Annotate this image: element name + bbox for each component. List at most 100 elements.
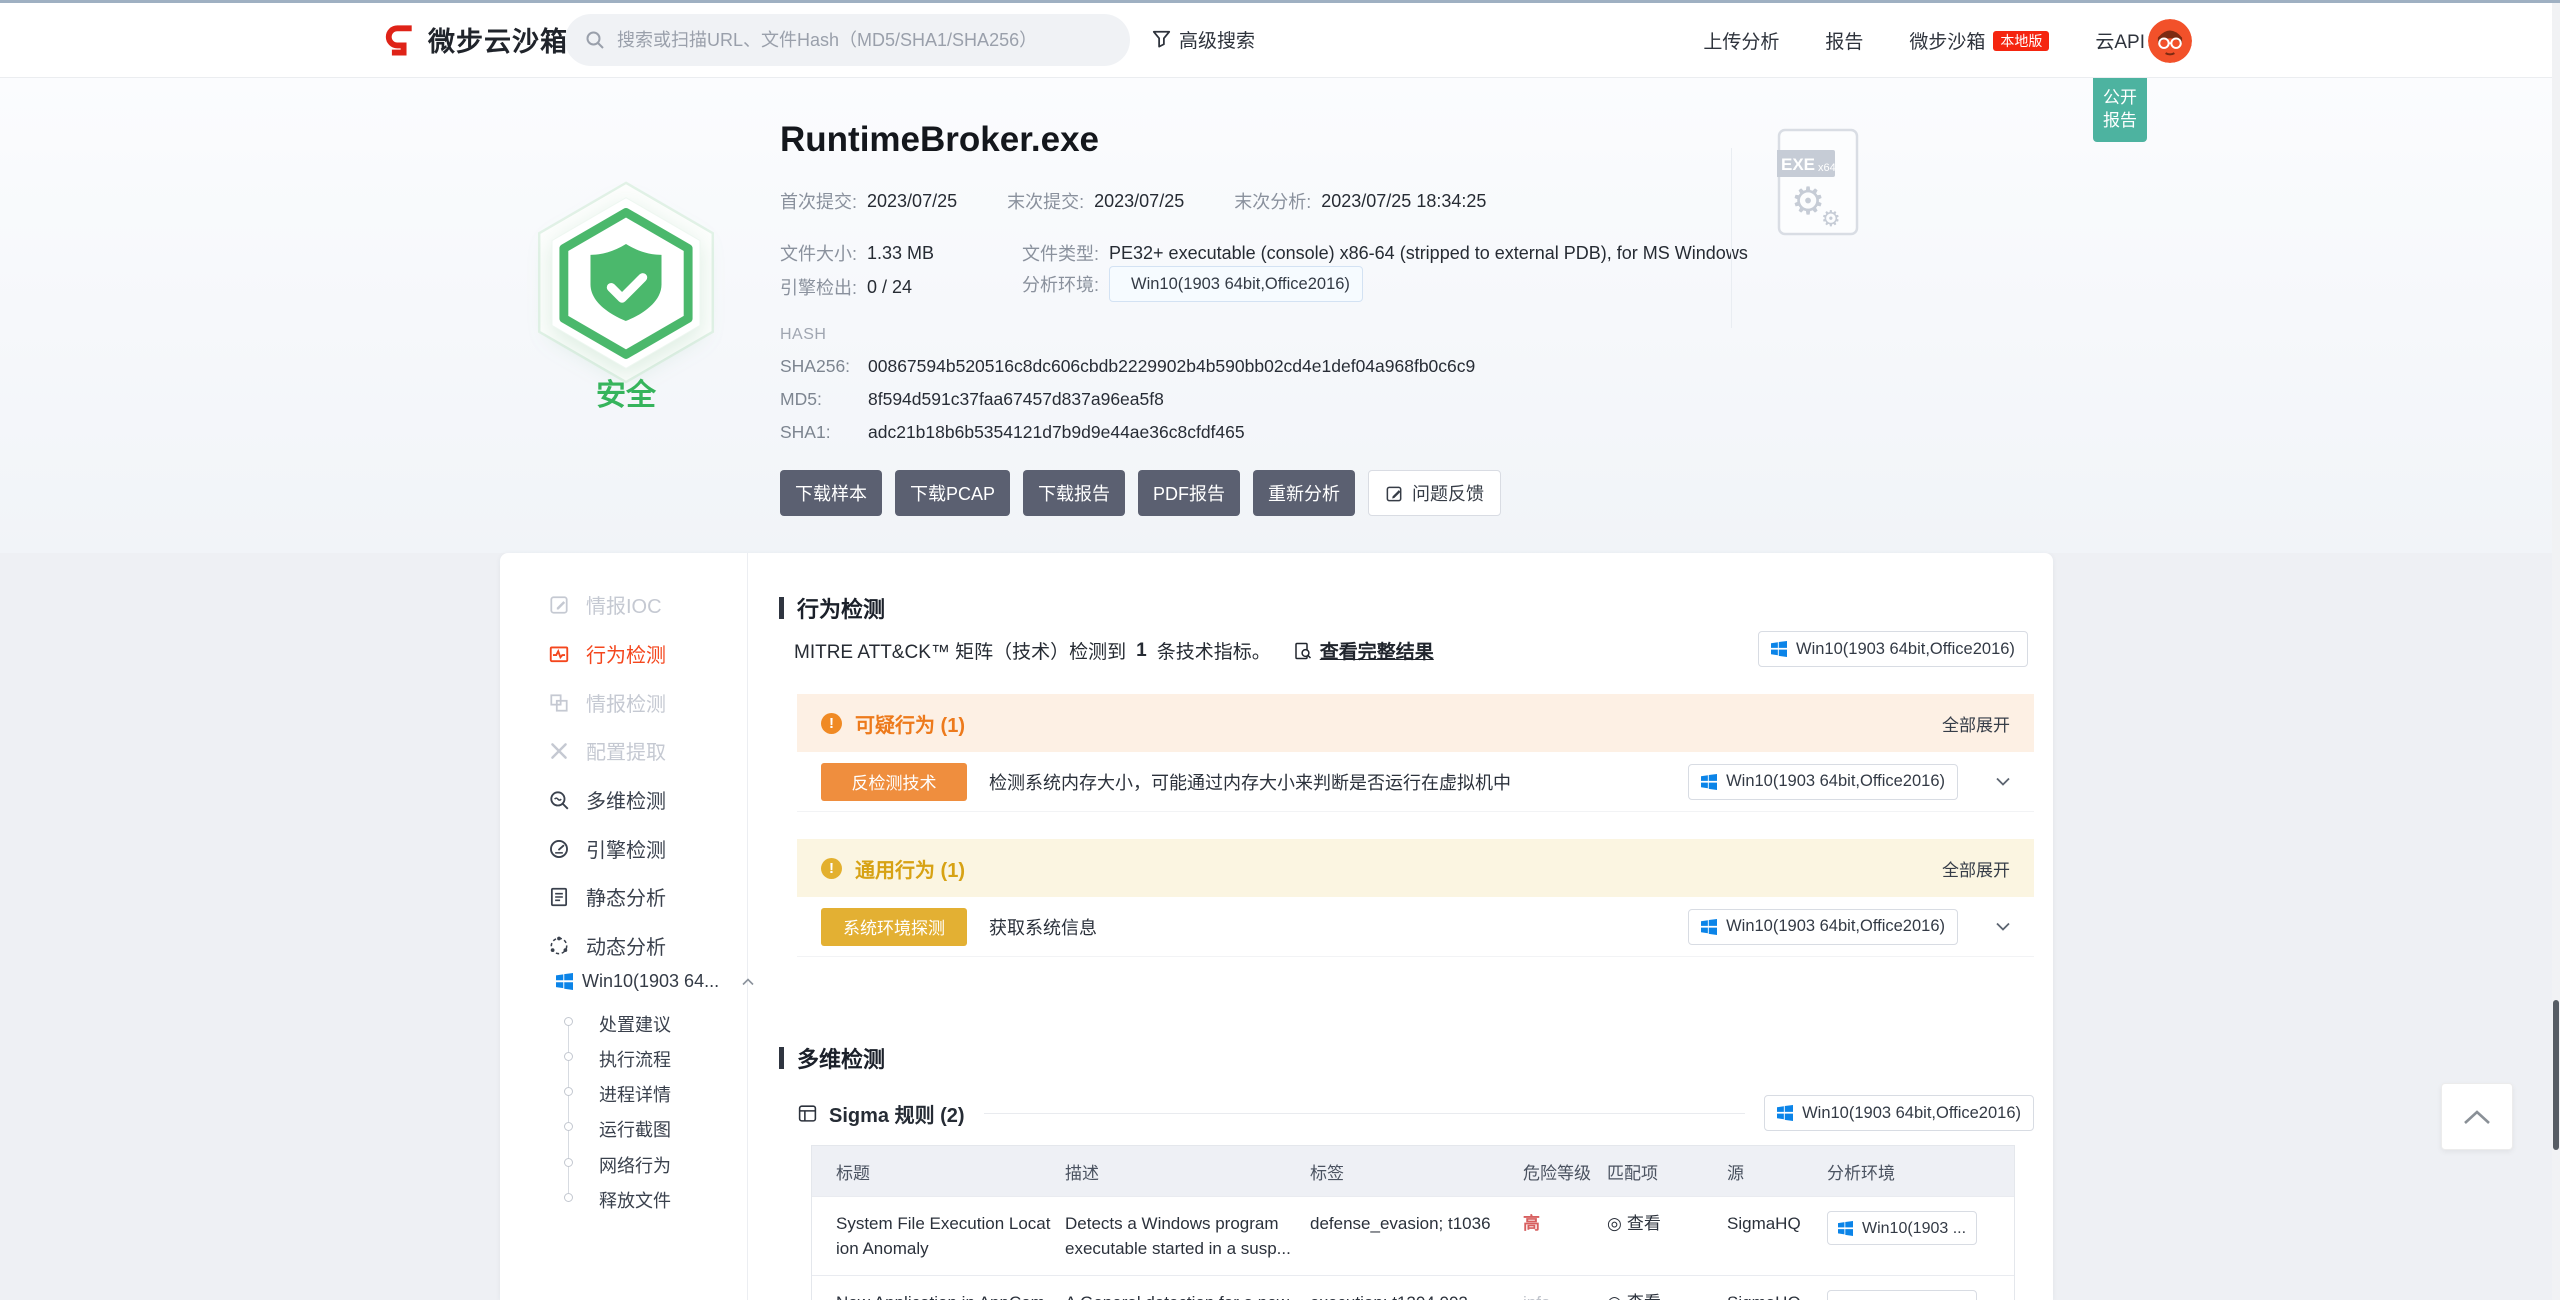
safety-verdict-shield-icon — [512, 173, 740, 388]
last-submit-value: 2023/07/25 — [1094, 191, 1184, 212]
windows-logo-icon — [1777, 1105, 1793, 1121]
sigma-rules-table: 标题 描述 标签 危险等级 匹配项 源 分析环境 System File Exe… — [811, 1145, 2015, 1300]
sha256-row: SHA256: 00867594b520516c8dc606cbdb222990… — [780, 356, 1475, 377]
view-full-results-link[interactable]: 查看完整结果 — [1293, 637, 1434, 664]
windows-logo-icon — [1701, 919, 1717, 935]
sidebar-divider — [747, 553, 748, 1300]
sidebar-item-static-analysis[interactable]: 静态分析 — [548, 882, 666, 911]
sidebar-sub-dropped-files[interactable]: 释放文件 — [599, 1187, 671, 1213]
sidebar-item-engine-detect[interactable]: 引擎检测 — [548, 834, 666, 863]
global-search[interactable] — [565, 14, 1130, 66]
system-env-probe-tag[interactable]: 系统环境探测 — [821, 908, 967, 946]
row-env-chip[interactable]: Win10(1903 64bit,Office2016) — [1688, 909, 1958, 945]
sigma-rule-row: System File Execution Location Anomaly D… — [812, 1196, 2014, 1275]
report-hero: 公开 报告 安全 RuntimeBroker.exe 首次提交: 2023/07… — [0, 78, 2560, 553]
sidebar-sub-timeline — [568, 1022, 569, 1198]
chevron-up-icon — [742, 978, 754, 986]
nav-reports[interactable]: 报告 — [1825, 27, 1863, 54]
nav-sandbox-local[interactable]: 微步沙箱 本地版 — [1909, 27, 2049, 54]
mitre-count: 1 — [1136, 640, 1147, 662]
sidebar-item-behavior-detect[interactable]: 行为检测 — [548, 639, 666, 668]
analysis-env-chip[interactable]: Win10(1903 64bit,Office2016) — [1109, 266, 1363, 302]
brand-logo[interactable]: 微步云沙箱 — [382, 20, 568, 59]
sidebar-sub-runtime-screenshot[interactable]: 运行截图 — [599, 1116, 671, 1142]
sidebar-item-multidim-detect[interactable]: 多维检测 — [548, 785, 666, 814]
rule-desc: Detects a Windows program executable sta… — [1065, 1211, 1310, 1261]
md5-row: MD5: 8f594d591c37faa67457d837a96ea5f8 — [780, 389, 1164, 410]
nav-upload-analysis[interactable]: 上传分析 — [1703, 27, 1779, 54]
file-size-value: 1.33 MB — [867, 243, 934, 264]
back-to-top-button[interactable] — [2441, 1083, 2513, 1150]
windows-logo-icon — [1771, 641, 1787, 657]
sha1-value: adc21b18b6b5354121d7b9d9e44ae36c8cfdf465 — [868, 422, 1245, 443]
svg-text:⚙: ⚙ — [1821, 207, 1841, 232]
sha1-row: SHA1: adc21b18b6b5354121d7b9d9e44ae36c8c… — [780, 422, 1245, 443]
tools-icon — [548, 740, 570, 762]
sidebar-item-dynamic-analysis[interactable]: 动态分析 — [548, 931, 666, 960]
rule-title: New Application in AppCompat — [812, 1290, 1065, 1300]
download-sample-button[interactable]: 下载样本 — [780, 470, 882, 516]
download-pcap-button[interactable]: 下载PCAP — [895, 470, 1010, 516]
suspicious-row-desc: 检测系统内存大小，可能通过内存大小来判断是否运行在虚拟机中 — [989, 769, 1511, 795]
mitre-summary: MITRE ATT&CK™ 矩阵（技术）检测到 1 条技术指标。 查看完整结果 — [794, 637, 1434, 664]
suspicious-behavior-row[interactable]: 反检测技术 检测系统内存大小，可能通过内存大小来判断是否运行在虚拟机中 Win1… — [797, 752, 2034, 812]
chevron-up-icon — [2463, 1109, 2491, 1125]
generic-row-desc: 获取系统信息 — [989, 914, 1097, 940]
exe-file-icon: EXE x64 ⚙ ⚙ — [1777, 128, 1859, 236]
page-scrollbar[interactable] — [2552, 3, 2560, 1300]
pulse-chart-icon — [548, 643, 570, 665]
gauge-icon — [548, 838, 570, 860]
doc-list-icon — [548, 886, 570, 908]
view-match-link[interactable]: ◎查看 — [1607, 1211, 1727, 1236]
sidebar-item-intel-ioc: 情报IOC — [548, 590, 662, 619]
rule-env-chip[interactable]: Win10(1903 ... — [1827, 1290, 1977, 1300]
file-type-row: 文件类型: PE32+ executable (console) x86-64 … — [1022, 240, 1748, 266]
anti-detection-tag[interactable]: 反检测技术 — [821, 763, 967, 801]
hash-section-label: HASH — [780, 326, 826, 344]
public-report-badge: 公开 报告 — [2093, 78, 2147, 142]
analysis-env-row: 分析环境: Win10(1903 64bit,Office2016) — [1022, 266, 1363, 302]
engine-detect-row: 引擎检出: 0 / 24 — [780, 274, 912, 300]
view-match-link[interactable]: ◎查看 — [1607, 1290, 1727, 1300]
expand-all-suspicious[interactable]: 全部展开 — [1942, 711, 2010, 736]
sigma-rule-row: New Application in AppCompat A General d… — [812, 1275, 2014, 1300]
behavior-env-chip[interactable]: Win10(1903 64bit,Office2016) — [1758, 631, 2028, 667]
sidebar-sub-execution-flow[interactable]: 执行流程 — [599, 1046, 671, 1072]
scrollbar-thumb[interactable] — [2553, 1000, 2559, 1150]
generic-behavior-row[interactable]: 系统环境探测 获取系统信息 Win10(1903 64bit,Office201… — [797, 897, 2034, 957]
sigma-env-chip[interactable]: Win10(1903 64bit,Office2016) — [1764, 1095, 2034, 1131]
windows-logo-icon — [1838, 1221, 1853, 1236]
first-submit-value: 2023/07/25 — [867, 191, 957, 212]
sidebar-env-toggle[interactable]: Win10(1903 64... — [556, 971, 754, 992]
sigma-rules-header: Sigma 规则 (2) Win10(1903 64bit,Office2016… — [797, 1095, 2034, 1131]
chevron-down-icon[interactable] — [1996, 922, 2010, 931]
sidebar-sub-network-behavior[interactable]: 网络行为 — [599, 1152, 671, 1178]
rule-title: System File Execution Location Anomaly — [812, 1211, 1065, 1261]
multidim-section-header: 多维检测 — [779, 1042, 885, 1074]
advanced-search-button[interactable]: 高级搜索 — [1152, 26, 1255, 53]
windows-logo-icon — [1701, 774, 1717, 790]
sidebar-sub-process-detail[interactable]: 进程详情 — [599, 1081, 671, 1107]
row-env-chip[interactable]: Win10(1903 64bit,Office2016) — [1688, 764, 1958, 800]
search-input[interactable] — [617, 30, 1110, 51]
chevron-down-icon[interactable] — [1996, 777, 2010, 786]
pdf-report-button[interactable]: PDF报告 — [1138, 470, 1240, 516]
navbar-links: 上传分析 报告 微步沙箱 本地版 云API — [1703, 3, 2170, 78]
windows-logo-icon — [556, 973, 573, 990]
sidebar-sub-disposal-advice[interactable]: 处置建议 — [599, 1011, 671, 1037]
download-report-button[interactable]: 下载报告 — [1023, 470, 1125, 516]
action-buttons: 下载样本 下载PCAP 下载报告 PDF报告 重新分析 问题反馈 — [780, 470, 1501, 516]
sidebar-item-config-extract: 配置提取 — [548, 736, 666, 765]
risk-level: info — [1523, 1290, 1607, 1300]
reanalyze-button[interactable]: 重新分析 — [1253, 470, 1355, 516]
engine-detect-value: 0 / 24 — [867, 277, 912, 298]
doc-search-icon — [1293, 641, 1313, 661]
rule-env-chip[interactable]: Win10(1903 ... — [1827, 1211, 1977, 1245]
user-avatar[interactable] — [2148, 19, 2192, 63]
rule-tags: defense_evasion; t1036 — [1310, 1211, 1523, 1236]
feedback-button[interactable]: 问题反馈 — [1368, 470, 1501, 516]
behavior-section-title: 行为检测 — [797, 592, 885, 624]
sandbox-report-page: 微步云沙箱 高级搜索 上传分析 报告 微步沙箱 本地版 云API — [0, 0, 2560, 1300]
top-navbar: 微步云沙箱 高级搜索 上传分析 报告 微步沙箱 本地版 云API — [0, 3, 2560, 78]
expand-all-generic[interactable]: 全部展开 — [1942, 856, 2010, 881]
